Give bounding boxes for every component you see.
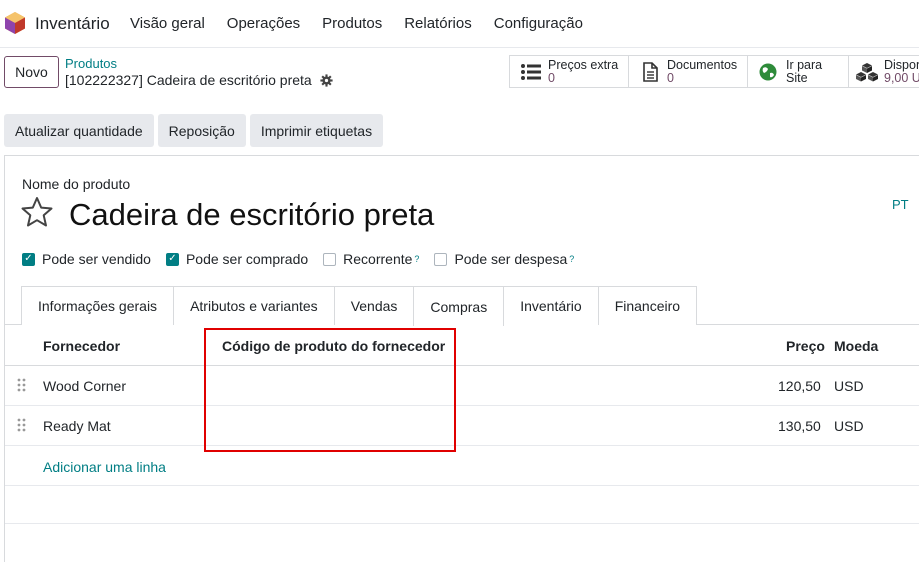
breadcrumb-parent-link[interactable]: Produtos xyxy=(65,56,117,71)
column-currency[interactable]: Moeda xyxy=(834,338,878,354)
cubes-icon xyxy=(856,62,878,81)
price-cell[interactable]: 120,50 xyxy=(778,378,821,394)
print-labels-button[interactable]: Imprimir etiquetas xyxy=(249,114,384,147)
can-be-sold-checkbox[interactable]: ✓ Pode ser vendido xyxy=(22,251,151,267)
tab-sales[interactable]: Vendas xyxy=(333,286,415,325)
table-row[interactable]: Wood Corner 120,50 USD xyxy=(5,366,919,406)
form-sheet: Nome do produto Cadeira de escritório pr… xyxy=(4,155,919,562)
product-name-field[interactable]: Cadeira de escritório preta xyxy=(69,197,434,233)
checkbox-checked-icon: ✓ xyxy=(22,252,35,266)
action-bar: Atualizar quantidade Reposição Imprimir … xyxy=(4,114,387,147)
tab-attributes-variants[interactable]: Atributos e variantes xyxy=(173,286,335,325)
drag-handle-icon[interactable] xyxy=(17,418,27,434)
can-be-expensed-label: Pode ser despesa xyxy=(454,251,568,267)
currency-cell[interactable]: USD xyxy=(834,378,864,394)
menu-item-operacoes[interactable]: Operações xyxy=(227,15,300,32)
checkbox-checked-icon: ✓ xyxy=(165,252,179,266)
can-be-sold-label: Pode ser vendido xyxy=(42,251,151,267)
drag-handle-icon[interactable] xyxy=(17,378,27,394)
replenish-button[interactable]: Reposição xyxy=(157,114,246,147)
tab-purchase[interactable]: Compras xyxy=(413,286,505,326)
form-tabs: Informações gerais Atributos e variantes… xyxy=(21,286,698,326)
help-tooltip-icon[interactable]: ? xyxy=(569,254,574,264)
vendor-cell[interactable]: Wood Corner xyxy=(43,378,126,394)
currency-cell[interactable]: USD xyxy=(834,418,864,434)
table-row[interactable]: Ready Mat 130,50 USD xyxy=(5,406,919,446)
help-tooltip-icon[interactable]: ? xyxy=(414,254,419,264)
menu-item-relatorios[interactable]: Relatórios xyxy=(404,15,472,32)
add-line-link[interactable]: Adicionar uma linha xyxy=(43,459,166,475)
breadcrumb-current: [102222327] Cadeira de escritório preta xyxy=(65,72,333,88)
menu-item-visao-geral[interactable]: Visão geral xyxy=(130,15,205,32)
tab-inventory[interactable]: Inventário xyxy=(503,286,599,325)
document-icon xyxy=(643,61,658,82)
recurring-checkbox[interactable]: Recorrente ? xyxy=(323,251,419,267)
documents-label: Documentos xyxy=(667,57,738,72)
odoo-app-logo-icon[interactable] xyxy=(5,12,25,34)
on-hand-button[interactable]: Dispon9,00 U xyxy=(849,56,919,87)
new-button[interactable]: Novo xyxy=(4,56,59,88)
star-icon[interactable] xyxy=(21,196,53,228)
menu-item-produtos[interactable]: Produtos xyxy=(322,15,382,32)
vendor-cell[interactable]: Ready Mat xyxy=(43,418,111,434)
smart-buttons: Preços extra0 Documentos0 Ir paraSite xyxy=(509,55,919,88)
extra-prices-button[interactable]: Preços extra 0 xyxy=(510,56,629,87)
tab-general-info[interactable]: Informações gerais xyxy=(21,286,175,325)
main-menu: Visão geral Operações Produtos Relatório… xyxy=(130,15,605,32)
go-to-label: Ir para xyxy=(786,57,823,72)
go-to-website-button[interactable]: Ir para Site xyxy=(748,56,849,87)
tab-accounting[interactable]: Financeiro xyxy=(597,286,698,325)
product-flags: ✓ Pode ser vendido ✓ Pode ser comprado R… xyxy=(22,251,589,267)
on-hand-value: 9,00 U xyxy=(884,70,919,85)
go-to-site-value: Site xyxy=(786,70,808,85)
documents-button[interactable]: Documentos 0 xyxy=(629,56,748,87)
globe-icon xyxy=(759,63,777,80)
documents-value: 0 xyxy=(667,70,674,85)
extra-prices-label: Preços extra xyxy=(548,57,619,72)
gear-icon[interactable] xyxy=(320,73,333,87)
price-cell[interactable]: 130,50 xyxy=(778,418,821,434)
checkbox-unchecked-icon xyxy=(434,252,448,266)
annotation-highlight-box xyxy=(204,328,456,452)
checkbox-unchecked-icon xyxy=(323,252,337,266)
extra-prices-value: 0 xyxy=(548,70,555,85)
language-selector[interactable]: PT xyxy=(892,197,909,212)
can-be-expensed-checkbox[interactable]: Pode ser despesa ? xyxy=(434,251,574,267)
table-divider xyxy=(5,485,919,486)
product-name-label: Nome do produto xyxy=(22,176,131,192)
column-price[interactable]: Preço xyxy=(786,338,825,354)
breadcrumb-current-label: [102222327] Cadeira de escritório preta xyxy=(65,72,312,88)
column-vendor[interactable]: Fornecedor xyxy=(43,338,120,354)
menu-item-configuracao[interactable]: Configuração xyxy=(494,15,583,32)
table-divider xyxy=(5,523,919,524)
top-navbar: Inventário Visão geral Operações Produto… xyxy=(0,0,919,48)
can-be-purchased-label: Pode ser comprado xyxy=(185,251,309,267)
on-hand-label: Dispon xyxy=(884,57,919,72)
list-icon xyxy=(521,63,541,80)
recurring-label: Recorrente xyxy=(343,251,413,267)
update-quantity-button[interactable]: Atualizar quantidade xyxy=(4,114,154,147)
app-name[interactable]: Inventário xyxy=(35,14,110,34)
vendor-table-header: Fornecedor Código de produto do forneced… xyxy=(5,326,919,366)
can-be-purchased-checkbox[interactable]: ✓ Pode ser comprado xyxy=(165,251,309,267)
